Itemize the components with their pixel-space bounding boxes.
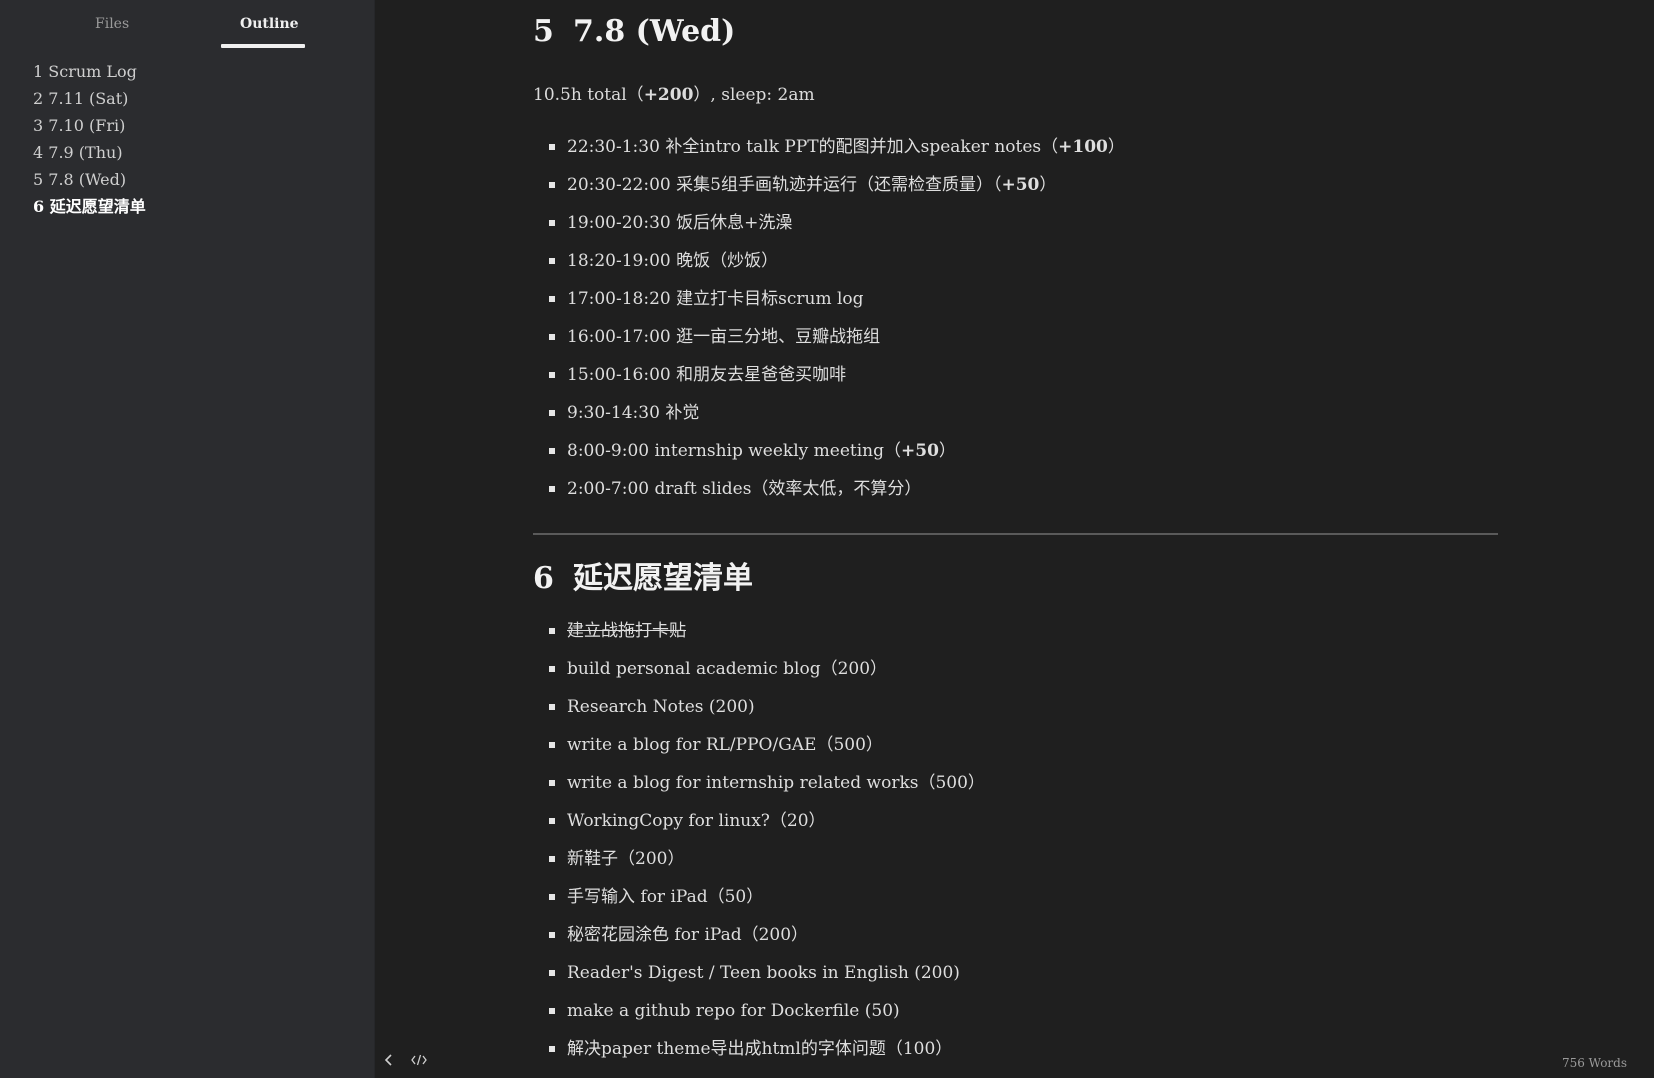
list-item: 新鞋子（200） bbox=[533, 840, 985, 878]
list-item: 22:30-1:30 补全intro talk PPT的配图并加入speaker… bbox=[533, 128, 1125, 166]
code-icon[interactable] bbox=[411, 1053, 427, 1071]
heading-title: 延迟愿望清单 bbox=[573, 561, 753, 596]
heading-section-6: 6 延迟愿望清单 bbox=[533, 553, 753, 597]
list-item: 9:30-14:30 补觉 bbox=[533, 394, 1125, 432]
outline-item-7-8[interactable]: 5 7.8 (Wed) bbox=[33, 166, 146, 193]
list-item: 解决paper theme导出成html的字体问题（100） bbox=[533, 1030, 985, 1068]
word-count[interactable]: 756 Words bbox=[1562, 1056, 1627, 1070]
outline-item-scrum-log[interactable]: 1 Scrum Log bbox=[33, 58, 146, 85]
list-item: 8:00-9:00 internship weekly meeting（+50） bbox=[533, 432, 1125, 470]
list-item: Reader's Digest / Teen books in English … bbox=[533, 954, 985, 992]
list-item: make a github repo for Dockerfile (50) bbox=[533, 992, 985, 1030]
list-item: write a blog for RL/PPO/GAE（500） bbox=[533, 726, 985, 764]
list-item: 秘密花园涂色 for iPad（200） bbox=[533, 916, 985, 954]
outline-item-7-11[interactable]: 2 7.11 (Sat) bbox=[33, 85, 146, 112]
heading-title: 7.8 (Wed) bbox=[573, 14, 736, 49]
list-item: 15:00-16:00 和朋友去星爸爸买咖啡 bbox=[533, 356, 1125, 394]
list-item: WorkingCopy for linux?（20） bbox=[533, 802, 985, 840]
summary-score: +200 bbox=[643, 85, 694, 105]
list-item: 建立战拖打卡贴 bbox=[533, 612, 985, 650]
tab-files[interactable]: Files bbox=[95, 16, 129, 32]
list-item: 18:20-19:00 晚饭（炒饭） bbox=[533, 242, 1125, 280]
heading-number: 6 bbox=[533, 561, 554, 596]
outline-item-7-10[interactable]: 3 7.10 (Fri) bbox=[33, 112, 146, 139]
outline-list: 1 Scrum Log 2 7.11 (Sat) 3 7.10 (Fri) 4 … bbox=[33, 58, 146, 220]
sidebar: Files Outline 1 Scrum Log 2 7.11 (Sat) 3… bbox=[0, 0, 375, 1078]
list-item: 16:00-17:00 逛一亩三分地、豆瓣战拖组 bbox=[533, 318, 1125, 356]
list-item: write a blog for internship related work… bbox=[533, 764, 985, 802]
outline-item-7-9[interactable]: 4 7.9 (Thu) bbox=[33, 139, 146, 166]
tab-outline[interactable]: Outline bbox=[240, 16, 299, 32]
chevron-left-icon[interactable] bbox=[384, 1053, 394, 1071]
active-tab-indicator bbox=[221, 44, 305, 48]
summary-text-end: ）, sleep: 2am bbox=[693, 85, 815, 105]
list-item: build personal academic blog（200） bbox=[533, 650, 985, 688]
summary-text: 10.5h total（ bbox=[533, 85, 644, 105]
wishlist-list: 建立战拖打卡贴 build personal academic blog（200… bbox=[533, 612, 985, 1068]
list-item: Research Notes (200) bbox=[533, 688, 985, 726]
list-item: 17:00-18:20 建立打卡目标scrum log bbox=[533, 280, 1125, 318]
heading-number: 5 bbox=[533, 14, 554, 49]
list-item: 手写输入 for iPad（50） bbox=[533, 878, 985, 916]
section5-list: 22:30-1:30 补全intro talk PPT的配图并加入speaker… bbox=[533, 128, 1125, 508]
sidebar-tabs: Files Outline bbox=[0, 0, 374, 48]
heading-section-5: 5 7.8 (Wed) bbox=[533, 14, 735, 49]
horizontal-rule bbox=[533, 533, 1498, 535]
summary-paragraph: 10.5h total（+200）, sleep: 2am bbox=[533, 80, 815, 105]
list-item: 20:30-22:00 采集5组手画轨迹并运行（还需检查质量）（+50） bbox=[533, 166, 1125, 204]
list-item: 2:00-7:00 draft slides（效率太低，不算分） bbox=[533, 470, 1125, 508]
list-item: 19:00-20:30 饭后休息+洗澡 bbox=[533, 204, 1125, 242]
outline-item-wishlist[interactable]: 6 延迟愿望清单 bbox=[33, 193, 146, 220]
